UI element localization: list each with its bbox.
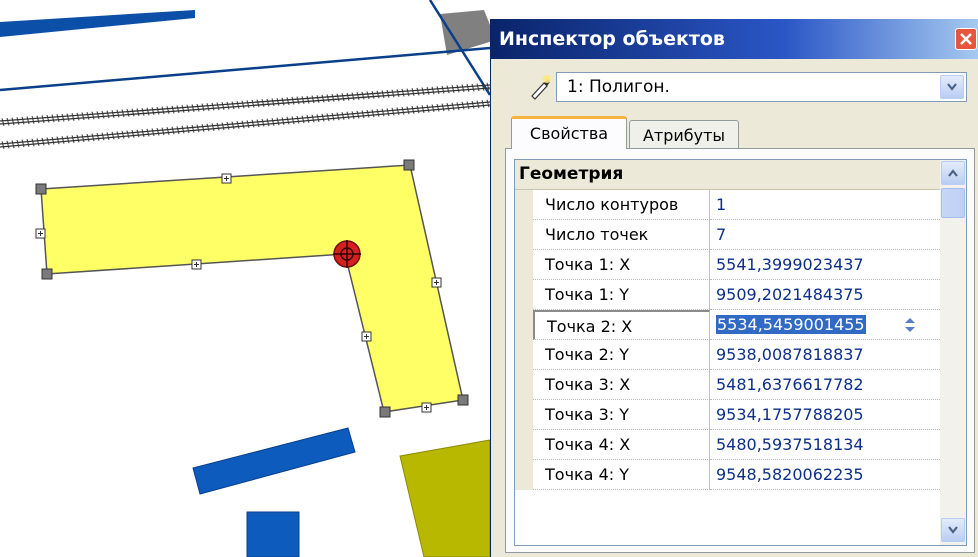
section-header-label: Геометрия: [519, 164, 624, 184]
property-value[interactable]: 5481,6376617782: [710, 370, 940, 400]
close-button[interactable]: [955, 28, 977, 50]
vertex-handle[interactable]: [403, 159, 415, 171]
property-row[interactable]: Точка 1: X 5541,3999023437: [515, 250, 940, 280]
chevron-down-icon: [947, 83, 957, 91]
property-value[interactable]: 5541,3999023437: [710, 250, 940, 280]
property-row[interactable]: Число контуров 1: [515, 190, 940, 220]
tab-properties[interactable]: Свойства: [511, 116, 627, 149]
map-feature-olive-building: [399, 439, 491, 557]
vertex-handle[interactable]: [457, 394, 469, 406]
property-name: Точка 1: Y: [533, 280, 710, 310]
scroll-up-icon: [948, 169, 958, 177]
map-feature-blue-building: [192, 427, 356, 495]
map-railway: [0, 84, 491, 148]
property-value[interactable]: 1: [710, 190, 940, 220]
property-row[interactable]: Точка 2: Y 9538,0087818837: [515, 340, 940, 370]
window-title: Инспектор объектов: [499, 28, 725, 50]
property-row[interactable]: Точка 3: Y 9534,1757788205: [515, 400, 940, 430]
selected-polygon[interactable]: [40, 164, 464, 413]
property-row[interactable]: Точка 4: Y 9548,5820062235: [515, 460, 940, 490]
tab-attributes[interactable]: Атрибуты: [629, 120, 739, 150]
property-value[interactable]: 5480,5937518134: [710, 430, 940, 460]
vertex-handle[interactable]: [41, 268, 53, 280]
map-feature-blue-block: [246, 511, 300, 557]
scroll-thumb[interactable]: [941, 188, 965, 218]
property-name: Число контуров: [533, 190, 710, 220]
property-value[interactable]: 9534,1757788205: [710, 400, 940, 430]
property-name: Точка 3: Y: [533, 400, 710, 430]
map-line-1: [0, 46, 491, 92]
object-inspector-panel: Инспектор объектов 1: Полигон. Свойства …: [490, 19, 978, 557]
scroll-down-icon: [948, 526, 958, 534]
vertex-handle[interactable]: [379, 406, 391, 418]
dropdown-button[interactable]: [940, 75, 964, 99]
map-feature-blue-strip: [0, 10, 195, 37]
property-row[interactable]: Точка 1: Y 9509,2021484375: [515, 280, 940, 310]
property-row[interactable]: Число точек 7: [515, 220, 940, 250]
property-name: Точка 2: Y: [533, 340, 710, 370]
property-name: Точка 4: X: [533, 430, 710, 460]
property-row-selected[interactable]: Точка 2: X 5534,5459001455: [515, 310, 940, 340]
magic-wand-icon[interactable]: [529, 74, 553, 100]
property-name: Точка 3: X: [533, 370, 710, 400]
property-row[interactable]: Точка 3: X 5481,6376617782: [515, 370, 940, 400]
vertical-scrollbar[interactable]: [940, 160, 966, 545]
selected-value-text[interactable]: 5534,5459001455: [716, 315, 866, 334]
scroll-down-button[interactable]: [941, 518, 965, 542]
close-icon: [960, 33, 972, 45]
property-row[interactable]: Точка 4: X 5480,5937518134: [515, 430, 940, 460]
property-value[interactable]: 9509,2021484375: [710, 280, 940, 310]
title-bar[interactable]: Инспектор объектов: [491, 19, 978, 59]
vertex-handle[interactable]: [35, 183, 47, 195]
selected-object-label: 1: Полигон.: [567, 77, 670, 97]
spin-icon[interactable]: [903, 316, 917, 334]
object-selector[interactable]: 1: Полигон.: [556, 72, 967, 102]
property-name: Точка 4: Y: [533, 460, 710, 490]
property-name: Точка 1: X: [533, 250, 710, 280]
property-grid: Геометрия Число контуров 1 Число точек 7…: [514, 159, 967, 546]
scroll-up-button[interactable]: [941, 161, 965, 185]
property-value[interactable]: 7: [710, 220, 940, 250]
property-name: Точка 2: X: [533, 310, 710, 340]
property-name: Число точек: [533, 220, 710, 250]
section-header[interactable]: Геометрия: [515, 160, 940, 190]
property-value-editor[interactable]: 5534,5459001455: [710, 310, 940, 340]
property-value[interactable]: 9538,0087818837: [710, 340, 940, 370]
property-value[interactable]: 9548,5820062235: [710, 460, 940, 490]
tab-page: Геометрия Число контуров 1 Число точек 7…: [505, 148, 975, 553]
